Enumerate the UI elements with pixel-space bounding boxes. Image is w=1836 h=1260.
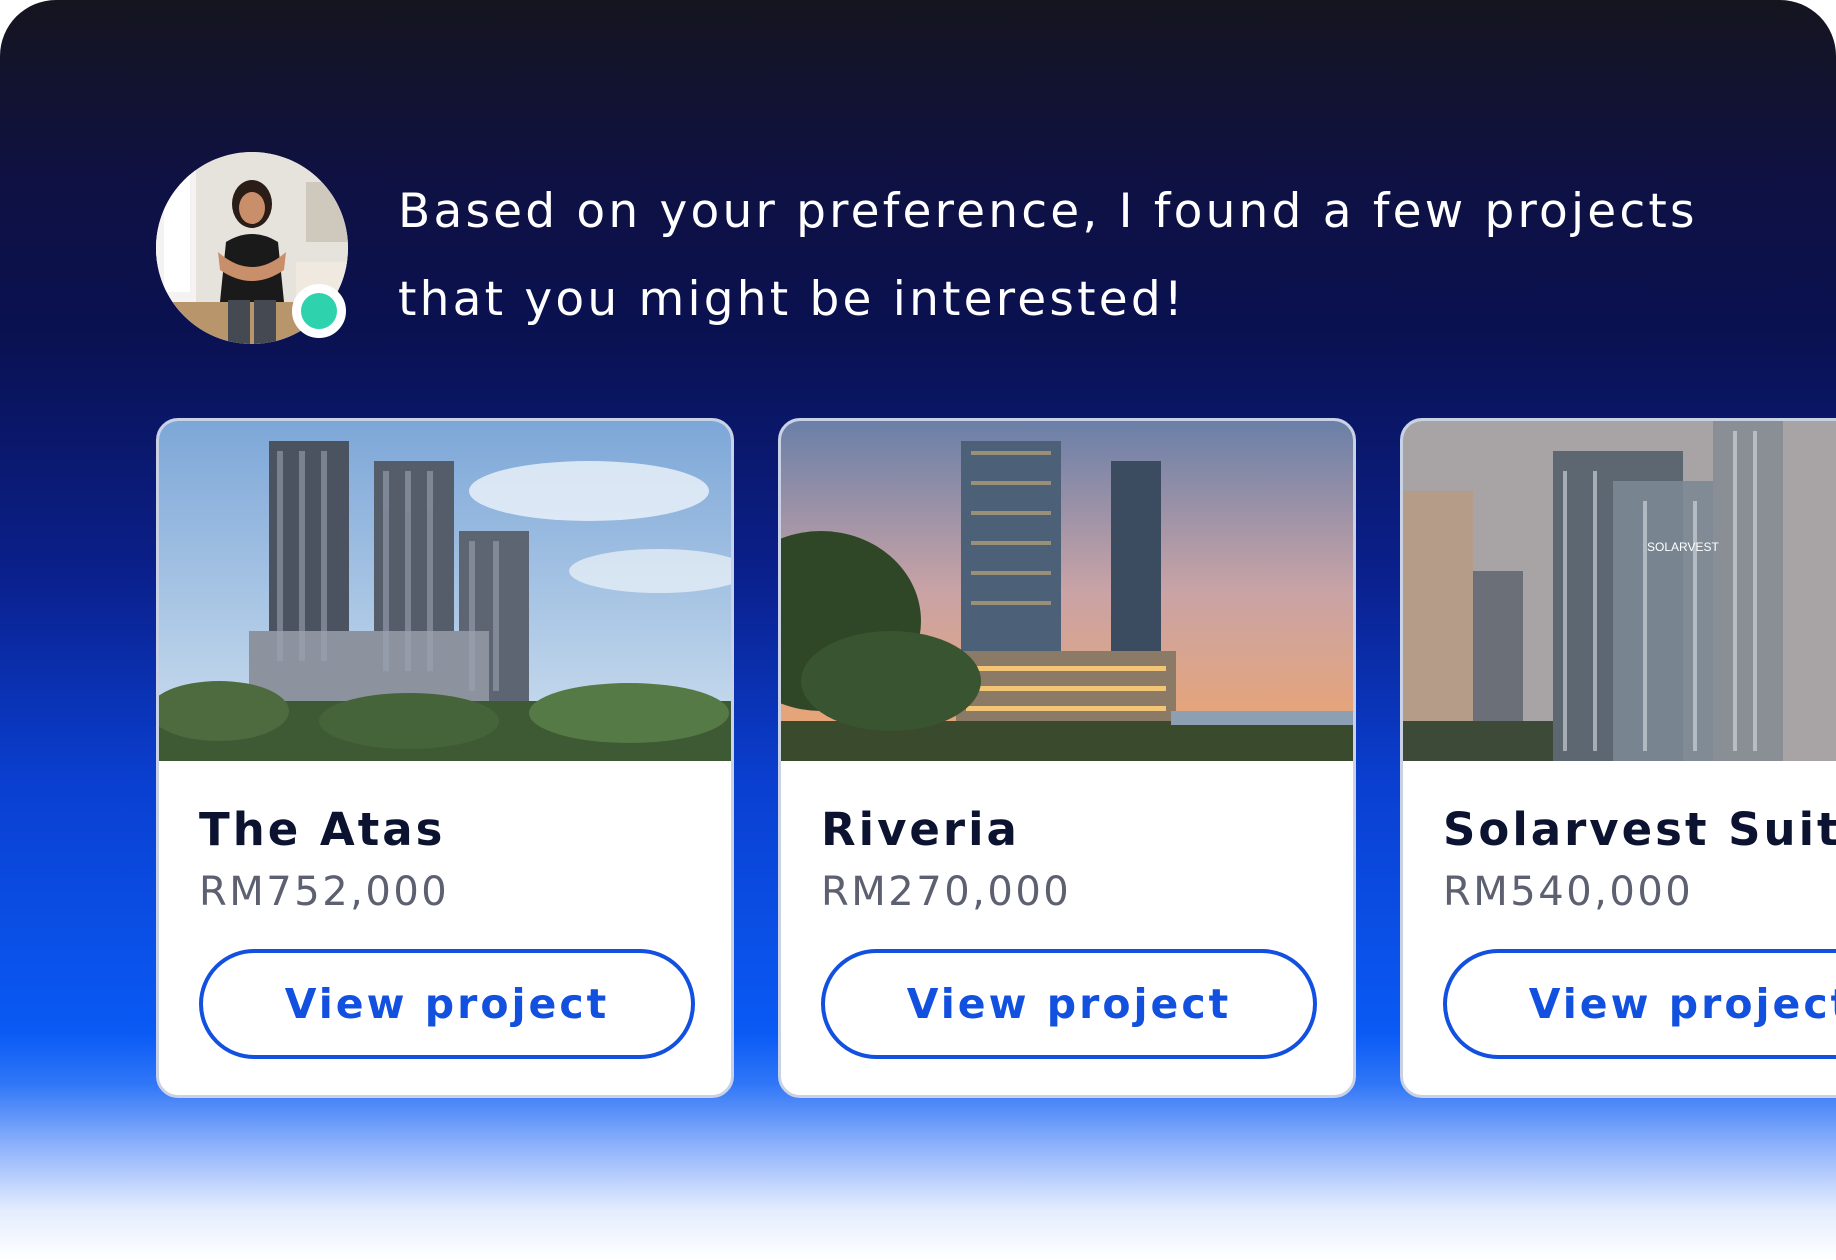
project-price: RM752,000 [199,869,450,915]
project-price: RM270,000 [821,869,1072,915]
message-line-2: that you might be interested! [398,272,1186,327]
view-project-button[interactable]: View project [821,949,1317,1059]
project-image-riveria [781,421,1353,761]
assistant-message: Based on your preference, I found a few … [398,168,1818,344]
project-price: RM540,000 [1443,869,1694,915]
project-card-solarvest-suites[interactable]: SOLARVEST Solarvest Suites RM540,000 Vie… [1400,418,1836,1098]
online-status-indicator [292,284,346,338]
project-name: Riveria [821,803,1020,856]
project-carousel[interactable]: The Atas RM752,000 View project Riveria … [156,418,1836,1104]
project-card-riveria[interactable]: Riveria RM270,000 View project [778,418,1356,1098]
project-card-the-atas[interactable]: The Atas RM752,000 View project [156,418,734,1098]
view-project-button[interactable]: View project [1443,949,1836,1059]
project-image-the-atas [159,421,731,761]
view-project-button[interactable]: View project [199,949,695,1059]
project-image-solarvest-suites: SOLARVEST [1403,421,1836,761]
building-sign: SOLARVEST [1647,540,1719,554]
project-name: Solarvest Suites [1443,803,1836,856]
project-name: The Atas [199,803,446,856]
agent-avatar-container [156,152,348,344]
message-line-1: Based on your preference, I found a few … [398,184,1698,239]
chat-panel: Based on your preference, I found a few … [0,0,1836,1260]
